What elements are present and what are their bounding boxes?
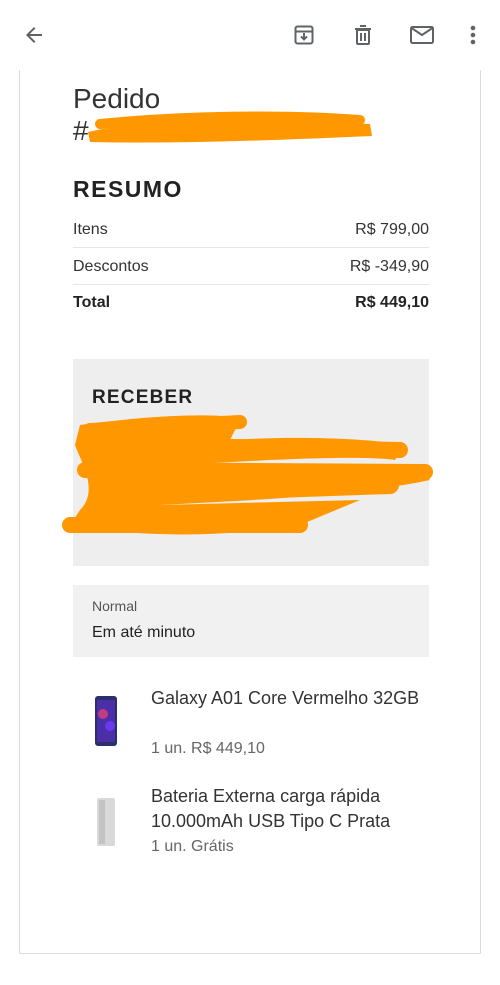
item-meta: 1 un. Grátis bbox=[151, 838, 234, 855]
more-vert-icon bbox=[470, 25, 476, 45]
shipping-type: Normal bbox=[92, 598, 138, 614]
summary-heading: RESUMO bbox=[73, 176, 183, 202]
top-app-bar bbox=[0, 0, 500, 70]
archive-icon bbox=[294, 25, 314, 45]
mail-icon bbox=[410, 26, 434, 44]
more-options-button[interactable] bbox=[453, 15, 493, 55]
shipping-panel bbox=[73, 585, 429, 657]
powerbank-thumbnail bbox=[97, 798, 115, 846]
back-button[interactable] bbox=[14, 15, 54, 55]
summary-label: Itens bbox=[73, 220, 108, 238]
summary-value: R$ 449,10 bbox=[355, 294, 429, 311]
item-name: Bateria Externa carga rápida 10.000mAh U… bbox=[151, 786, 391, 831]
trash-icon bbox=[355, 25, 371, 45]
summary-row-total: Total R$ 449,10 bbox=[73, 285, 429, 321]
delete-button[interactable] bbox=[343, 15, 383, 55]
summary-label: Descontos bbox=[73, 257, 149, 275]
redaction-scribble bbox=[88, 111, 372, 143]
redaction-scribble bbox=[62, 415, 433, 535]
item-name: Galaxy A01 Core Vermelho 32GB bbox=[151, 688, 420, 708]
summary-row-itens: Itens R$ 799,00 bbox=[73, 212, 429, 248]
phone-thumbnail bbox=[95, 696, 117, 746]
archive-button[interactable] bbox=[284, 15, 324, 55]
shipping-time: Em até minuto bbox=[92, 624, 196, 641]
item-meta: 1 un. R$ 449,10 bbox=[151, 740, 265, 757]
summary-row-descontos: Descontos R$ -349,90 bbox=[73, 249, 429, 285]
arrow-left-icon bbox=[26, 27, 42, 43]
mark-unread-button[interactable] bbox=[402, 15, 442, 55]
summary-value: R$ -349,90 bbox=[349, 257, 429, 275]
summary-label: Total bbox=[73, 294, 111, 311]
order-item[interactable]: Bateria Externa carga rápida 10.000mAh U… bbox=[73, 784, 429, 864]
order-item[interactable]: Galaxy A01 Core Vermelho 32GB 1 un. R$ 4… bbox=[73, 686, 429, 766]
summary-value: R$ 799,00 bbox=[355, 220, 429, 238]
